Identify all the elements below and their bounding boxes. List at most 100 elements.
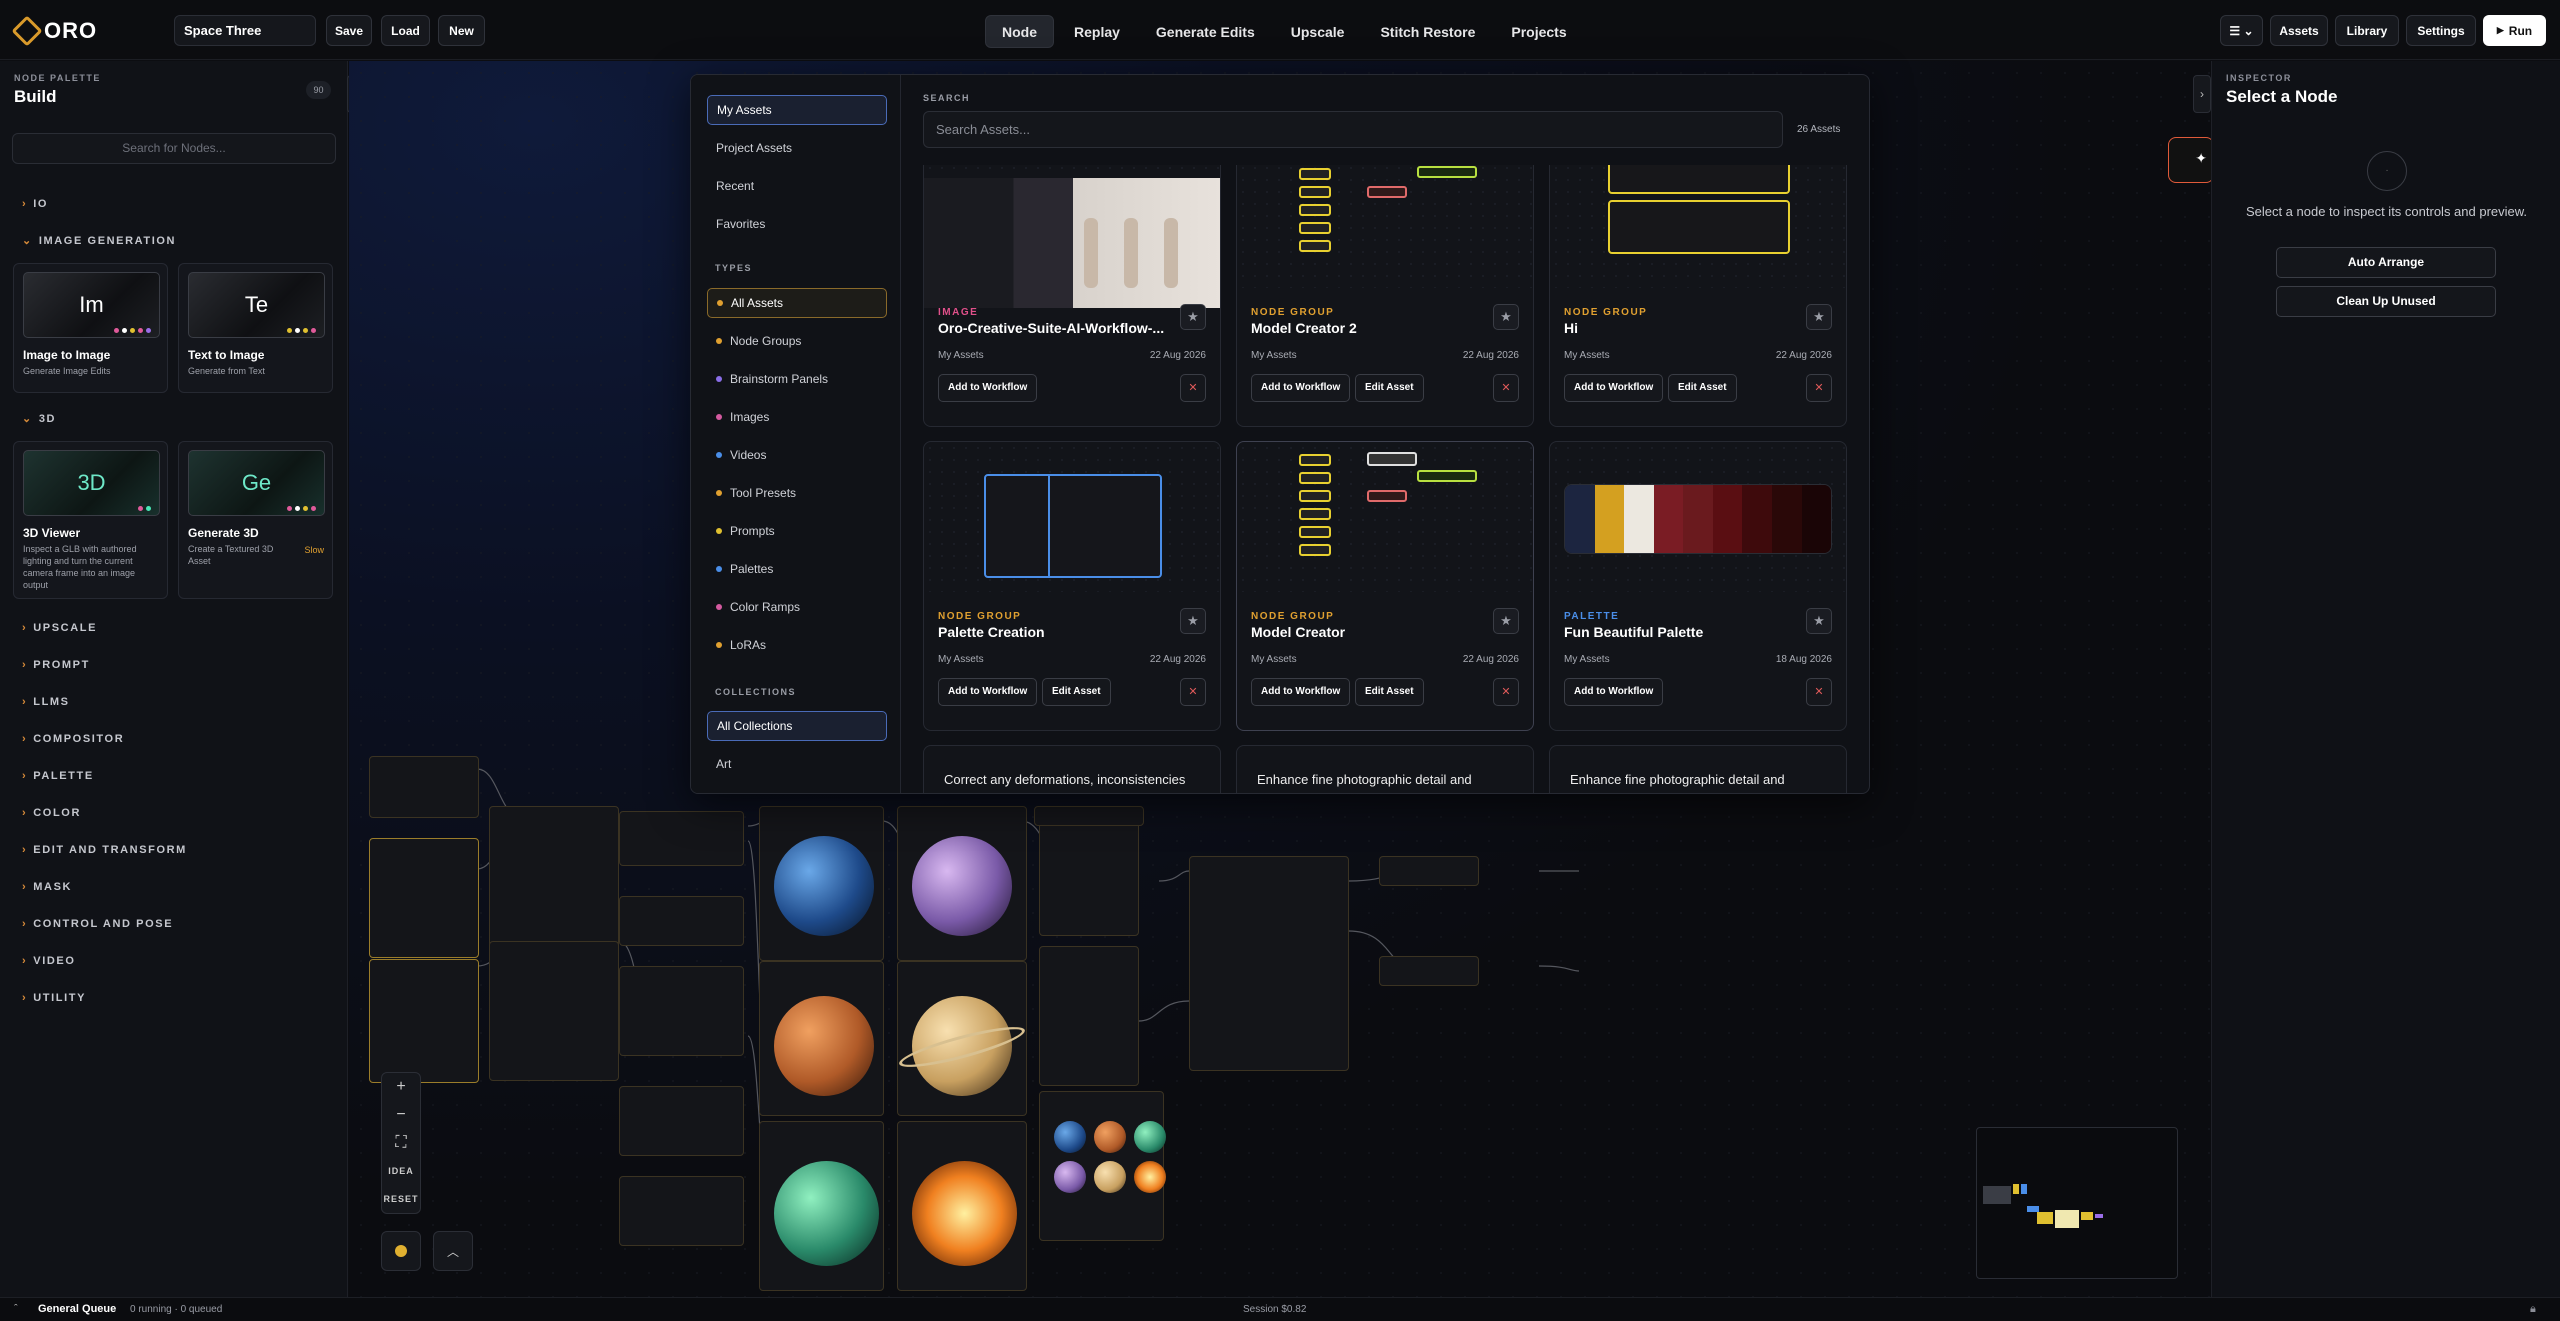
- favorite-star-icon[interactable]: ★: [1806, 608, 1832, 634]
- library-button[interactable]: Library: [2335, 15, 2399, 46]
- source-recent[interactable]: Recent: [707, 171, 887, 201]
- delete-asset-icon[interactable]: ✕: [1493, 374, 1519, 402]
- project-name-input[interactable]: Space Three: [174, 15, 316, 46]
- tab-node[interactable]: Node: [985, 15, 1054, 48]
- workflow-node[interactable]: [619, 966, 744, 1056]
- category-upscale[interactable]: › UPSCALE: [22, 622, 97, 634]
- favorite-star-icon[interactable]: ★: [1806, 304, 1832, 330]
- asset-card[interactable]: NODE GROUP Model Creator 2 ★ My Assets 22 Au…: [1236, 165, 1534, 427]
- category-prompt[interactable]: › PROMPT: [22, 659, 90, 671]
- workflow-node[interactable]: [1034, 806, 1144, 826]
- type-images[interactable]: Images: [707, 402, 887, 432]
- app-logo[interactable]: ORO: [11, 15, 97, 47]
- delete-asset-icon[interactable]: ✕: [1180, 374, 1206, 402]
- asset-card[interactable]: Enhance fine photographic detail and: [1236, 745, 1534, 793]
- add-to-workflow-button[interactable]: Add to Workflow: [1564, 374, 1664, 402]
- collection-art[interactable]: Art: [707, 749, 887, 779]
- node-search-input[interactable]: Search for Nodes...: [12, 133, 336, 164]
- category-video[interactable]: › VIDEO: [22, 955, 76, 967]
- workflow-node[interactable]: [1039, 946, 1139, 1086]
- save-button[interactable]: Save: [326, 15, 372, 46]
- asset-card[interactable]: NODE GROUP Palette Creation ★ My Assets 22 A…: [923, 441, 1221, 731]
- asset-search-input[interactable]: Search Assets...: [923, 111, 1783, 148]
- delete-asset-icon[interactable]: ✕: [1806, 374, 1832, 402]
- add-to-workflow-button[interactable]: Add to Workflow: [938, 374, 1038, 402]
- category-utility[interactable]: › UTILITY: [22, 992, 86, 1004]
- edit-asset-button[interactable]: Edit Asset: [1042, 678, 1111, 706]
- add-to-workflow-button[interactable]: Add to Workflow: [938, 678, 1038, 706]
- type-prompts[interactable]: Prompts: [707, 516, 887, 546]
- favorite-star-icon[interactable]: ★: [1493, 304, 1519, 330]
- tab-stitch-restore[interactable]: Stitch Restore: [1364, 15, 1491, 48]
- delete-asset-icon[interactable]: ✕: [1493, 678, 1519, 706]
- workflow-node[interactable]: [619, 1176, 744, 1246]
- auto-arrange-button[interactable]: Auto Arrange: [2276, 247, 2496, 278]
- category-image-generation[interactable]: ⌄ IMAGE GENERATION: [22, 234, 176, 247]
- workflow-node[interactable]: [489, 941, 619, 1081]
- tab-generate-edits[interactable]: Generate Edits: [1140, 15, 1271, 48]
- category-3d[interactable]: ⌄ 3D: [22, 412, 56, 425]
- workflow-node[interactable]: [619, 811, 744, 866]
- category-io[interactable]: › IO: [22, 198, 48, 210]
- node-card-3d-viewer[interactable]: 3D 3D Viewer Inspect a GLB with authored…: [13, 441, 168, 599]
- tab-replay[interactable]: Replay: [1058, 15, 1136, 48]
- assets-button[interactable]: Assets: [2270, 15, 2328, 46]
- tab-upscale[interactable]: Upscale: [1275, 15, 1361, 48]
- category-llms[interactable]: › LLMS: [22, 696, 70, 708]
- filter-dropdown-button[interactable]: ☰ ⌄: [2220, 15, 2263, 46]
- new-button[interactable]: New: [438, 15, 485, 46]
- type-node-groups[interactable]: Node Groups: [707, 326, 887, 356]
- type-videos[interactable]: Videos: [707, 440, 887, 470]
- edit-asset-button[interactable]: Edit Asset: [1668, 374, 1737, 402]
- tab-projects[interactable]: Projects: [1495, 15, 1582, 48]
- type-all-assets[interactable]: All Assets: [707, 288, 887, 318]
- category-control-and-pose[interactable]: › CONTROL AND POSE: [22, 918, 173, 930]
- type-loras[interactable]: LoRAs: [707, 630, 887, 660]
- add-to-workflow-button[interactable]: Add to Workflow: [1251, 678, 1351, 706]
- collection-all-collections[interactable]: All Collections: [707, 711, 887, 741]
- load-button[interactable]: Load: [381, 15, 430, 46]
- collapse-right-panel-button[interactable]: ›: [2193, 75, 2211, 113]
- asset-card[interactable]: NODE GROUP Model Creator ★ My Assets 22 Aug …: [1236, 441, 1534, 731]
- zoom-out-button[interactable]: −: [382, 1101, 420, 1129]
- source-my-assets[interactable]: My Assets: [707, 95, 887, 125]
- category-mask[interactable]: › MASK: [22, 881, 72, 893]
- favorite-star-icon[interactable]: ★: [1180, 304, 1206, 330]
- workflow-node[interactable]: [1379, 956, 1479, 986]
- favorite-star-icon[interactable]: ★: [1493, 608, 1519, 634]
- sun-toggle-button[interactable]: [381, 1231, 421, 1271]
- edit-asset-button[interactable]: Edit Asset: [1355, 374, 1424, 402]
- idea-button[interactable]: IDEA: [382, 1157, 420, 1185]
- chevron-up-icon[interactable]: ˆ: [14, 1303, 18, 1315]
- workflow-node[interactable]: [619, 1086, 744, 1156]
- edit-asset-button[interactable]: Edit Asset: [1355, 678, 1424, 706]
- workflow-node[interactable]: [1379, 856, 1479, 886]
- category-edit-and-transform[interactable]: › EDIT AND TRANSFORM: [22, 844, 187, 856]
- minimap[interactable]: [1976, 1127, 2178, 1279]
- source-favorites[interactable]: Favorites: [707, 209, 887, 239]
- workflow-node[interactable]: [1189, 856, 1349, 1071]
- queue-label[interactable]: General Queue: [38, 1303, 116, 1315]
- workflow-node[interactable]: [619, 896, 744, 946]
- category-color[interactable]: › COLOR: [22, 807, 81, 819]
- add-node-floating-button[interactable]: ✦: [2168, 137, 2214, 183]
- add-to-workflow-button[interactable]: Add to Workflow: [1251, 374, 1351, 402]
- add-to-workflow-button[interactable]: Add to Workflow: [1564, 678, 1664, 706]
- node-card-generate-3d[interactable]: Ge Generate 3D Create a Textured 3D Asse…: [178, 441, 333, 599]
- asset-card[interactable]: NODE GROUP Hi ★ My Assets 22 Aug 2026 Add to …: [1549, 165, 1847, 427]
- expand-up-button[interactable]: ︿: [433, 1231, 473, 1271]
- category-compositor[interactable]: › COMPOSITOR: [22, 733, 124, 745]
- clean-up-unused-button[interactable]: Clean Up Unused: [2276, 286, 2496, 317]
- category-palette[interactable]: › PALETTE: [22, 770, 94, 782]
- node-card-image-to-image[interactable]: Im Image to Image Generate Image Edits: [13, 263, 168, 393]
- asset-card[interactable]: Enhance fine photographic detail and: [1549, 745, 1847, 793]
- type-palettes[interactable]: Palettes: [707, 554, 887, 584]
- asset-card[interactable]: PALETTE Fun Beautiful Palette ★ My Assets 18…: [1549, 441, 1847, 731]
- type-tool-presets[interactable]: Tool Presets: [707, 478, 887, 508]
- favorite-star-icon[interactable]: ★: [1180, 608, 1206, 634]
- workflow-node[interactable]: [369, 959, 479, 1083]
- run-button[interactable]: ▶ Run: [2483, 15, 2546, 46]
- asset-card[interactable]: Correct any deformations, inconsistencie…: [923, 745, 1221, 793]
- type-color-ramps[interactable]: Color Ramps: [707, 592, 887, 622]
- fit-view-button[interactable]: ⛶: [382, 1129, 420, 1157]
